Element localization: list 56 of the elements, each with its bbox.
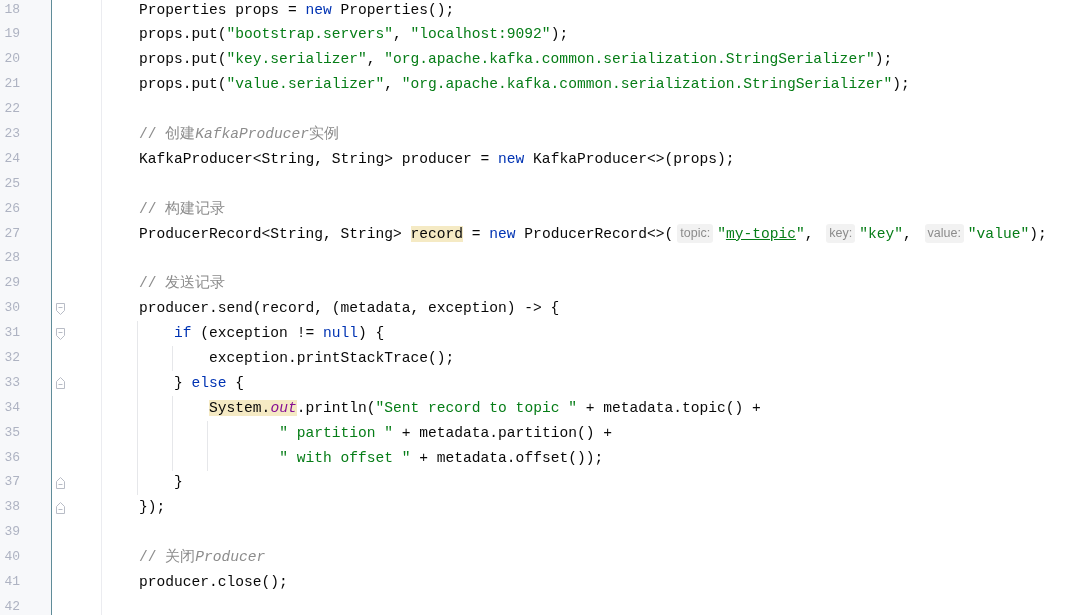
code-line: if (exception != null) { bbox=[174, 324, 385, 344]
line-number: 36 bbox=[3, 448, 21, 467]
fold-marker-icon[interactable] bbox=[56, 501, 65, 514]
fold-marker-icon[interactable] bbox=[56, 476, 65, 489]
line-number: 38 bbox=[3, 498, 21, 517]
line-number: 32 bbox=[3, 348, 21, 367]
line-number: 28 bbox=[3, 249, 21, 268]
line-number: 37 bbox=[3, 473, 21, 492]
code-text: "value"); bbox=[967, 224, 1047, 244]
fold-marker-icon[interactable] bbox=[56, 377, 65, 390]
code-line: exception.printStackTrace(); bbox=[209, 348, 455, 368]
line-number: 19 bbox=[3, 25, 21, 44]
line-number: 35 bbox=[3, 423, 21, 442]
code-text: ProducerRecord<String, String> record = new ProducerRecord<>( bbox=[139, 224, 674, 244]
line-number: 26 bbox=[3, 199, 21, 218]
inlay-hint: topic: bbox=[677, 224, 714, 244]
code-line: KafkaProducer<String, String> producer = new KafkaProducer<>(props); bbox=[139, 149, 735, 169]
code-line: " with offset " + metadata.offset()); bbox=[279, 448, 604, 468]
line-number: 18 bbox=[3, 0, 21, 19]
code-text: "key", bbox=[859, 224, 913, 244]
line-number: 34 bbox=[3, 398, 21, 417]
line-number: 33 bbox=[3, 373, 21, 392]
line-number: 31 bbox=[3, 324, 21, 343]
code-line: // 构建记录 bbox=[139, 199, 226, 219]
code-text: "my-topic", bbox=[717, 224, 815, 244]
code-line: props.put("bootstrap.servers", "localhost:9092"); bbox=[139, 25, 569, 45]
code-line: producer.close(); bbox=[139, 573, 288, 592]
inlay-hint: key: bbox=[826, 224, 856, 244]
line-number: 24 bbox=[3, 149, 21, 168]
fold-marker-icon[interactable] bbox=[56, 302, 65, 315]
code-line: } else { bbox=[174, 373, 245, 393]
inlay-hint: value: bbox=[924, 224, 964, 244]
code-line: // 创建KafkaProducer实例 bbox=[139, 124, 340, 144]
code-line: // 发送记录 bbox=[139, 274, 226, 294]
line-number: 41 bbox=[3, 573, 21, 591]
line-number: 22 bbox=[3, 100, 21, 119]
code-line: producer.send(record, (metadata, exception) -> { bbox=[139, 299, 560, 319]
code-line: props.put("value.serializer", "org.apache.kafka.common.serialization.StringSerializer"); bbox=[139, 75, 910, 95]
code-line: Properties props = new Properties(); bbox=[139, 0, 455, 20]
code-line: System.out.println("Sent record to topic " + metadata.topic() + bbox=[209, 398, 761, 418]
line-number: 23 bbox=[3, 124, 21, 143]
line-number: 30 bbox=[3, 299, 21, 318]
line-number: 20 bbox=[3, 50, 21, 69]
line-number: 21 bbox=[3, 75, 21, 94]
code-line: " partition " + metadata.partition() + bbox=[279, 423, 612, 443]
fold-marker-icon[interactable] bbox=[56, 327, 65, 340]
code-line: props.put("key.serializer", "org.apache.kafka.common.serialization.StringSerializer"); bbox=[139, 50, 893, 70]
line-number: 40 bbox=[3, 548, 21, 567]
code-line: } bbox=[174, 473, 183, 493]
line-number: 39 bbox=[3, 523, 21, 542]
line-number: 42 bbox=[3, 597, 21, 615]
line-number: 29 bbox=[3, 274, 21, 293]
line-number: 27 bbox=[3, 224, 21, 243]
line-number: 25 bbox=[3, 174, 21, 193]
code-line: // 关闭Producer bbox=[139, 547, 266, 568]
code-line: }); bbox=[139, 498, 166, 518]
